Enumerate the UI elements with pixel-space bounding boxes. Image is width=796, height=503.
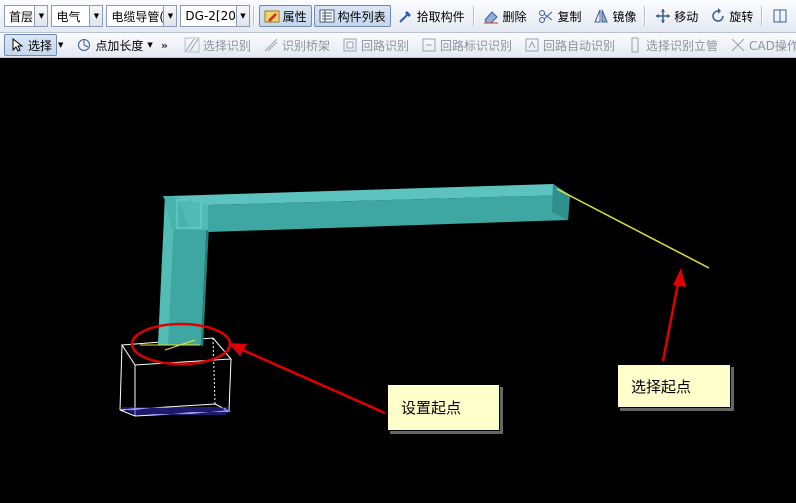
grid-icon <box>772 8 788 24</box>
rotate-button[interactable]: 旋转 <box>705 5 758 27</box>
loop-auto-identify-label: 回路自动识别 <box>542 38 615 53</box>
guide-line[interactable] <box>556 188 710 269</box>
scene-canvas[interactable] <box>0 59 796 503</box>
cad-icon <box>730 37 746 53</box>
select-identify-riser-button[interactable]: 选择识别立管 <box>622 34 723 56</box>
component-list-button[interactable]: 构件列表 <box>313 5 391 27</box>
select-identify-label: 选择识别 <box>202 38 251 53</box>
move-icon <box>655 8 671 24</box>
wireframe-box[interactable] <box>119 337 233 417</box>
toolbar-divider <box>472 6 474 26</box>
copy-button[interactable]: 复制 <box>533 5 586 27</box>
mirror-button[interactable]: 镜像 <box>588 5 641 27</box>
point-length-label: 点加长度 <box>95 38 144 53</box>
floor-select-value: 首层 <box>9 9 34 24</box>
loop-auto-icon <box>524 37 540 53</box>
draw-toolbar: 选择 ▼ 点加长度 ▼ » 选择识别 识别桥架 回路识别 回路标识识别 回路自动… <box>0 33 796 58</box>
chevron-down-icon: ▼ <box>147 41 153 49</box>
select-button[interactable]: 选择 <box>4 34 58 56</box>
component-type-select[interactable]: 电缆导管( ▼ <box>106 5 178 27</box>
loop-mark-icon <box>421 37 437 53</box>
copy-label: 复制 <box>557 9 582 24</box>
discipline-select[interactable]: 电气 ▼ <box>51 5 104 27</box>
properties-icon <box>264 8 280 24</box>
chevron-down-icon[interactable]: ▼ <box>163 6 177 26</box>
arrow-to-guide-line <box>661 268 686 362</box>
delete-label: 删除 <box>502 9 527 24</box>
discipline-select-value: 电气 <box>56 9 81 24</box>
component-select-value: DG-2[20 <box>185 9 236 23</box>
cad-ops-label: CAD操作设置 <box>749 38 796 53</box>
identify-bridge-label: 识别桥架 <box>281 38 330 53</box>
delete-button[interactable]: 删除 <box>478 5 531 27</box>
loop-icon <box>342 37 358 53</box>
overflow-chevron-icon[interactable]: » <box>161 39 168 52</box>
toolbar-divider <box>644 6 646 26</box>
point-length-icon <box>76 37 92 53</box>
point-length-button[interactable]: 点加长度 ▼ <box>71 34 157 56</box>
set-start-point-callout: 设置起点 <box>387 384 500 431</box>
component-type-select-value: 电缆导管( <box>111 9 164 24</box>
properties-label: 属性 <box>282 9 307 24</box>
eraser-icon <box>483 8 499 24</box>
chevron-down-icon[interactable]: ▼ <box>34 6 48 26</box>
mirror-icon <box>593 8 609 24</box>
select-start-point-callout: 选择起点 <box>617 364 731 408</box>
3d-viewport[interactable]: 设置起点 选择起点 <box>0 59 796 503</box>
copy-icon <box>538 8 554 24</box>
mirror-label: 镜像 <box>612 9 637 24</box>
identify-bridge-button[interactable]: 识别桥架 <box>258 34 335 56</box>
pick-component-button[interactable]: 拾取构件 <box>393 5 470 27</box>
move-button[interactable]: 移动 <box>650 5 703 27</box>
loop-identify-button[interactable]: 回路识别 <box>337 34 414 56</box>
bridge-icon <box>263 37 279 53</box>
pick-component-label: 拾取构件 <box>416 9 465 24</box>
floor-select[interactable]: 首层 ▼ <box>4 5 49 27</box>
move-label: 移动 <box>674 9 699 24</box>
loop-auto-identify-button[interactable]: 回路自动识别 <box>519 34 620 56</box>
component-select[interactable]: DG-2[20 ▼ <box>180 5 250 27</box>
properties-button[interactable]: 属性 <box>258 5 312 27</box>
rotate-label: 旋转 <box>729 9 754 24</box>
select-identify-button[interactable]: 选择识别 <box>179 34 256 56</box>
list-icon <box>319 8 335 24</box>
pipe-horizontal[interactable] <box>170 184 570 232</box>
cad-ops-button[interactable]: CAD操作设置 <box>725 34 796 56</box>
set-start-point-text: 设置起点 <box>401 399 462 417</box>
select-start-point-text: 选择起点 <box>631 377 692 396</box>
select-label: 选择 <box>28 38 53 53</box>
loop-mark-identify-button[interactable]: 回路标识识别 <box>416 34 517 56</box>
rotate-icon <box>710 8 726 24</box>
riser-icon <box>627 37 643 53</box>
select-identify-icon <box>184 37 200 53</box>
loop-mark-identify-label: 回路标识识别 <box>439 38 512 53</box>
loop-identify-label: 回路识别 <box>360 38 409 53</box>
cursor-icon <box>9 37 25 53</box>
chevron-down-icon[interactable]: ▼ <box>235 6 249 26</box>
chevron-down-icon[interactable]: ▼ <box>58 41 63 49</box>
toolbar-divider <box>761 6 763 26</box>
select-identify-riser-label: 选择识别立管 <box>646 38 719 53</box>
main-toolbar: 首层 ▼ 电气 ▼ 电缆导管( ▼ DG-2[20 ▼ 属性 构件列表 拾取构件 <box>0 0 796 33</box>
toolbar-divider <box>252 6 254 26</box>
chevron-down-icon[interactable]: ▼ <box>89 6 103 26</box>
overflow-tool-button[interactable] <box>767 5 796 27</box>
component-list-label: 构件列表 <box>337 9 386 24</box>
eyedropper-icon <box>398 8 414 24</box>
arrow-to-start-point <box>228 343 386 415</box>
